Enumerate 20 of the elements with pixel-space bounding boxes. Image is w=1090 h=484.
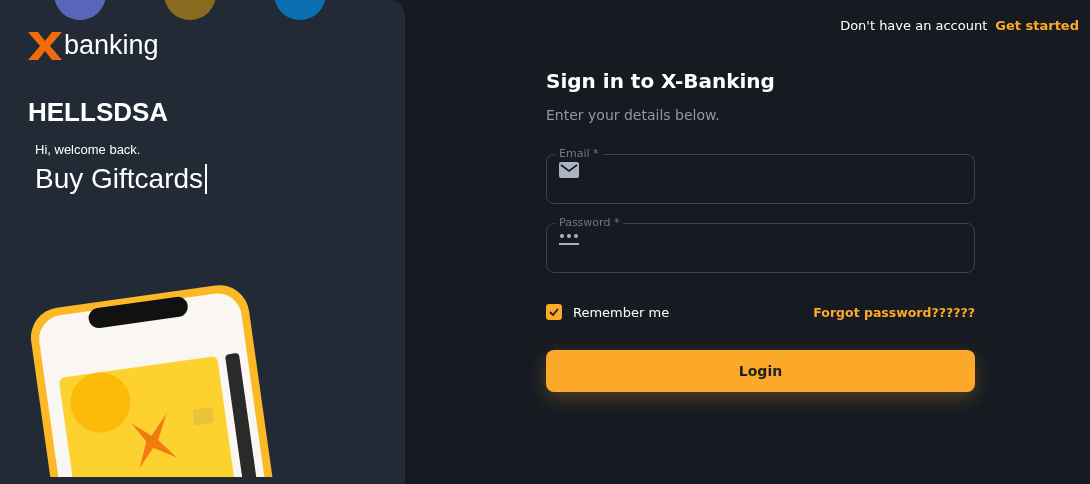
login-button[interactable]: Login: [546, 350, 975, 392]
form-subtitle: Enter your details below.: [546, 107, 721, 123]
remember-checkbox[interactable]: [546, 304, 562, 320]
logo-text: banking: [64, 30, 159, 61]
greeting-text: Hi, welcome back.: [35, 142, 142, 157]
forgot-password-link[interactable]: Forgot password??????: [813, 304, 975, 320]
password-icon: [559, 231, 579, 246]
field-label: Password *: [558, 216, 621, 230]
mail-icon: [559, 161, 579, 178]
form-title: Sign in to X-Banking: [546, 69, 776, 93]
email-field[interactable]: Email *: [546, 147, 975, 204]
field-label: Email *: [558, 147, 600, 161]
logo-icon: [28, 31, 62, 60]
typed-text: Buy Giftcards: [35, 163, 204, 195]
signup-prompt: Don't have an account: [840, 18, 988, 33]
remember-label: Remember me: [573, 304, 670, 320]
hero-title: HELLSDSA: [28, 97, 170, 128]
password-field[interactable]: Password *: [546, 216, 975, 273]
check-icon: [549, 308, 559, 316]
get-started-link[interactable]: Get started: [995, 18, 1079, 33]
